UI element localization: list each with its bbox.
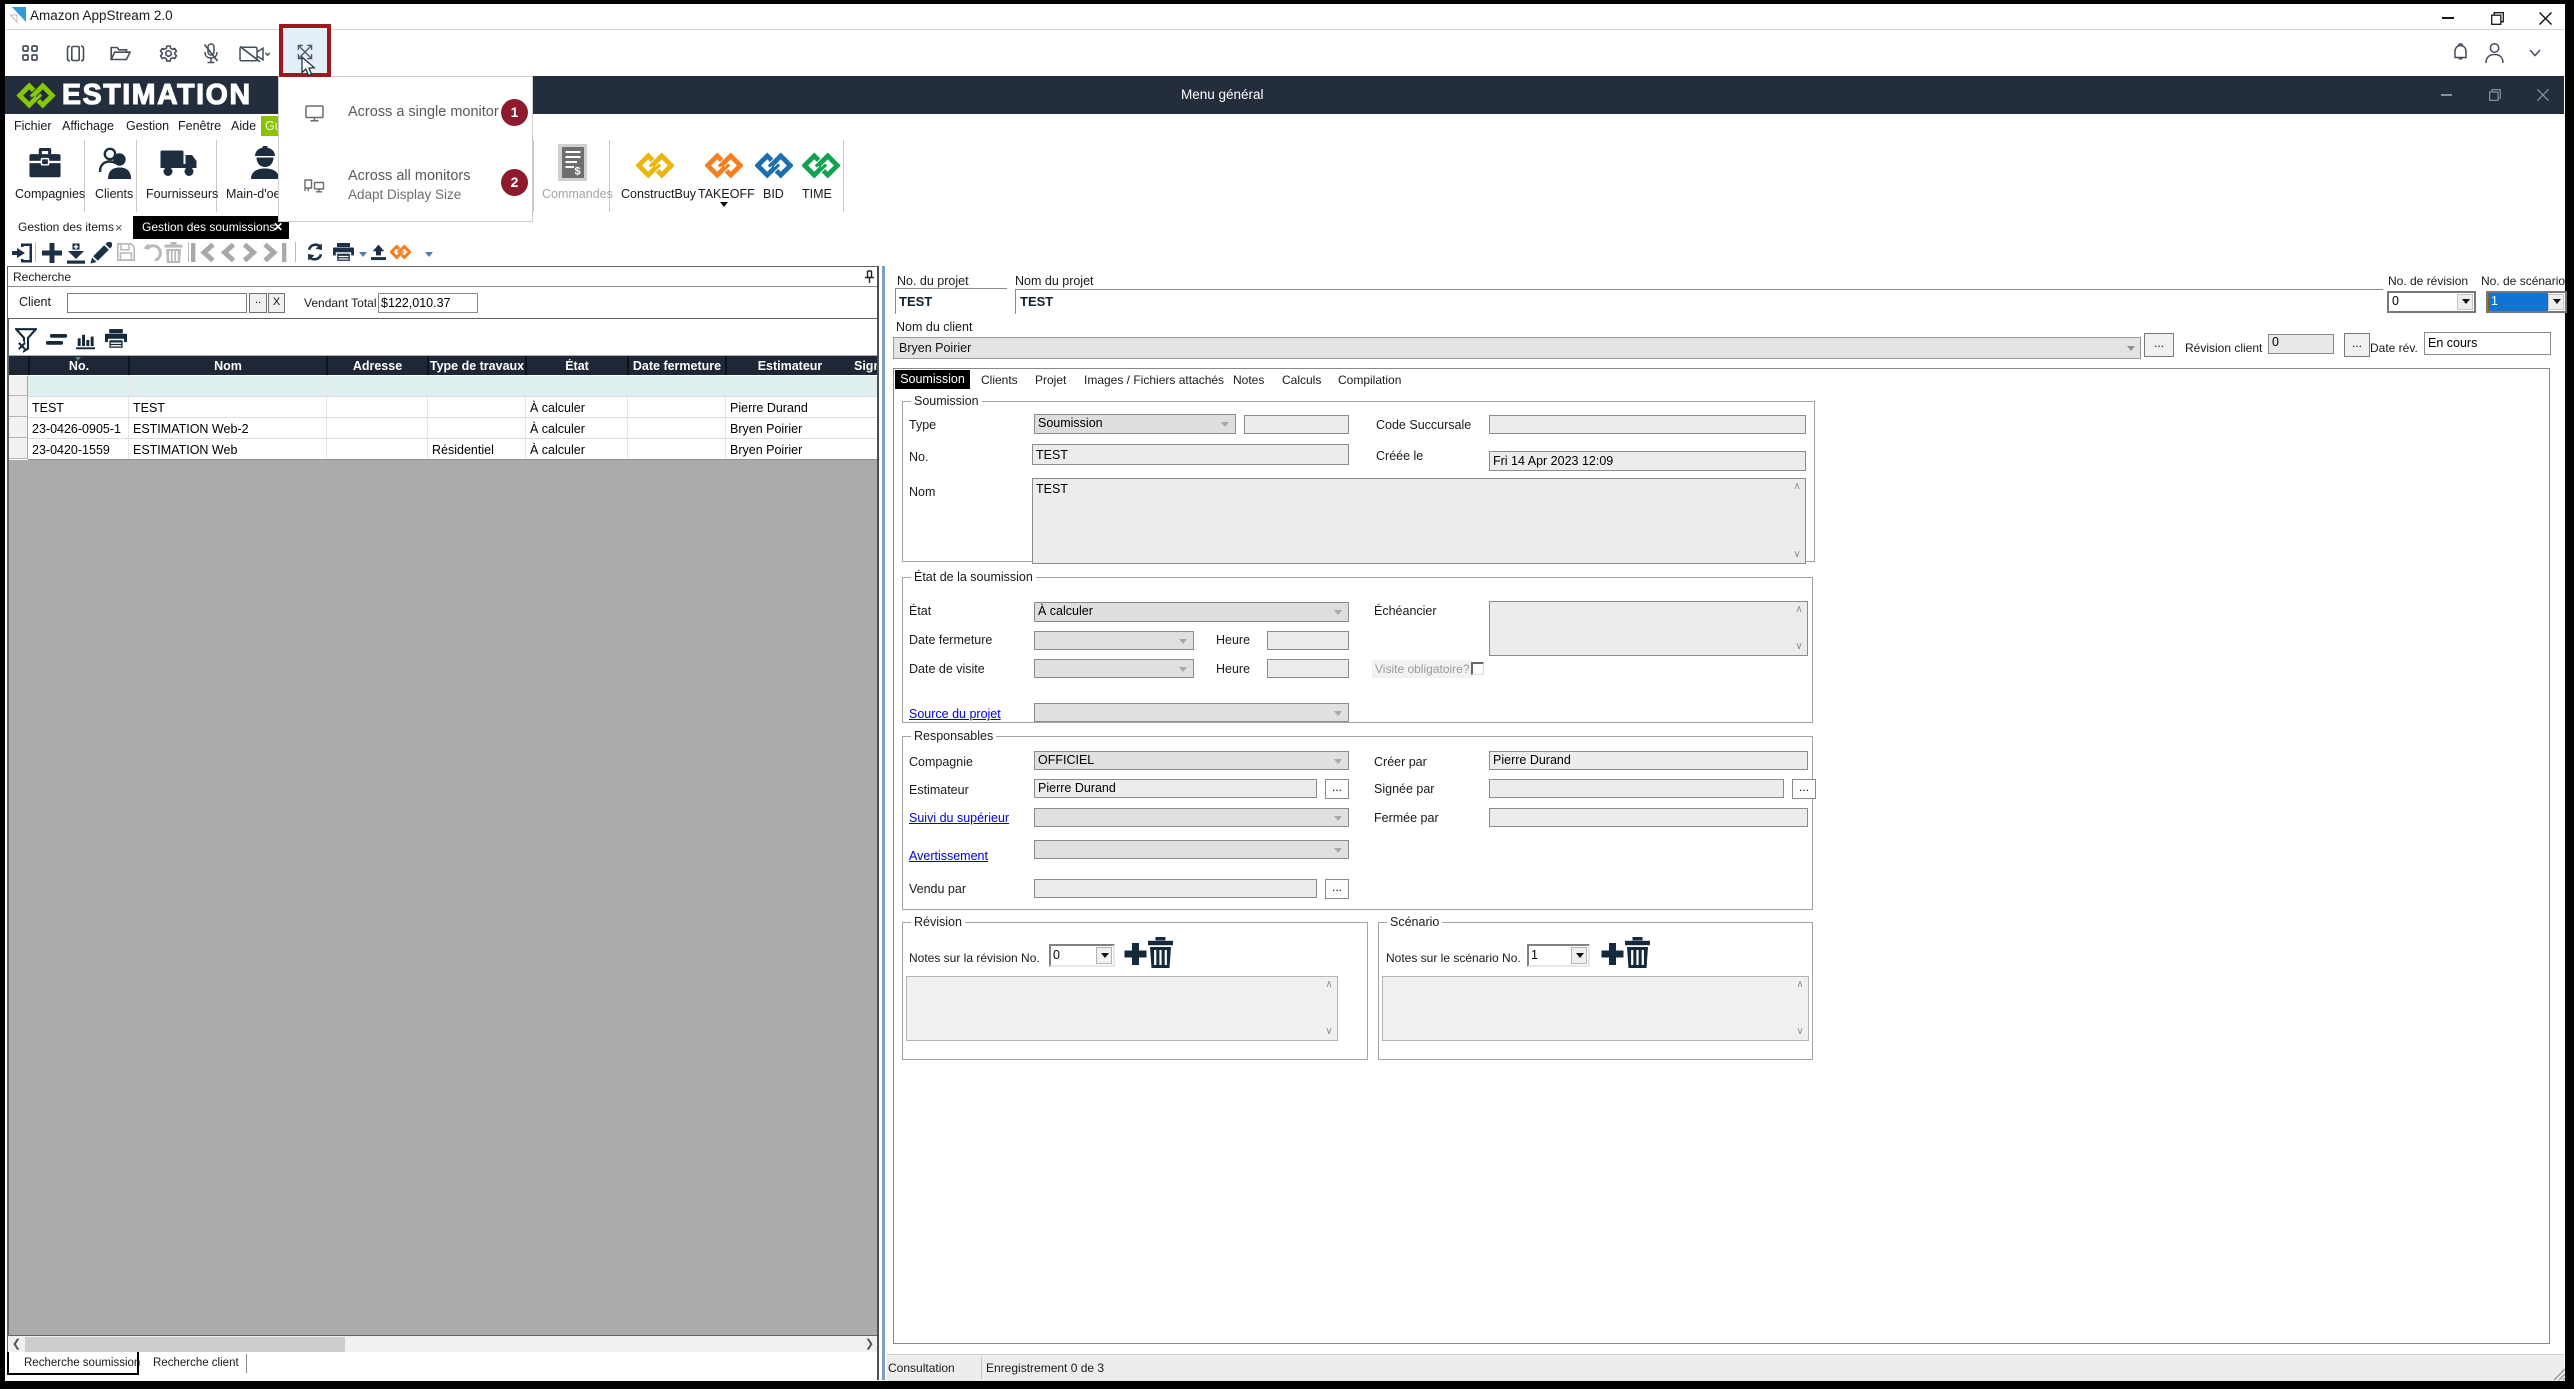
svg-text:$: $ <box>574 166 580 178</box>
